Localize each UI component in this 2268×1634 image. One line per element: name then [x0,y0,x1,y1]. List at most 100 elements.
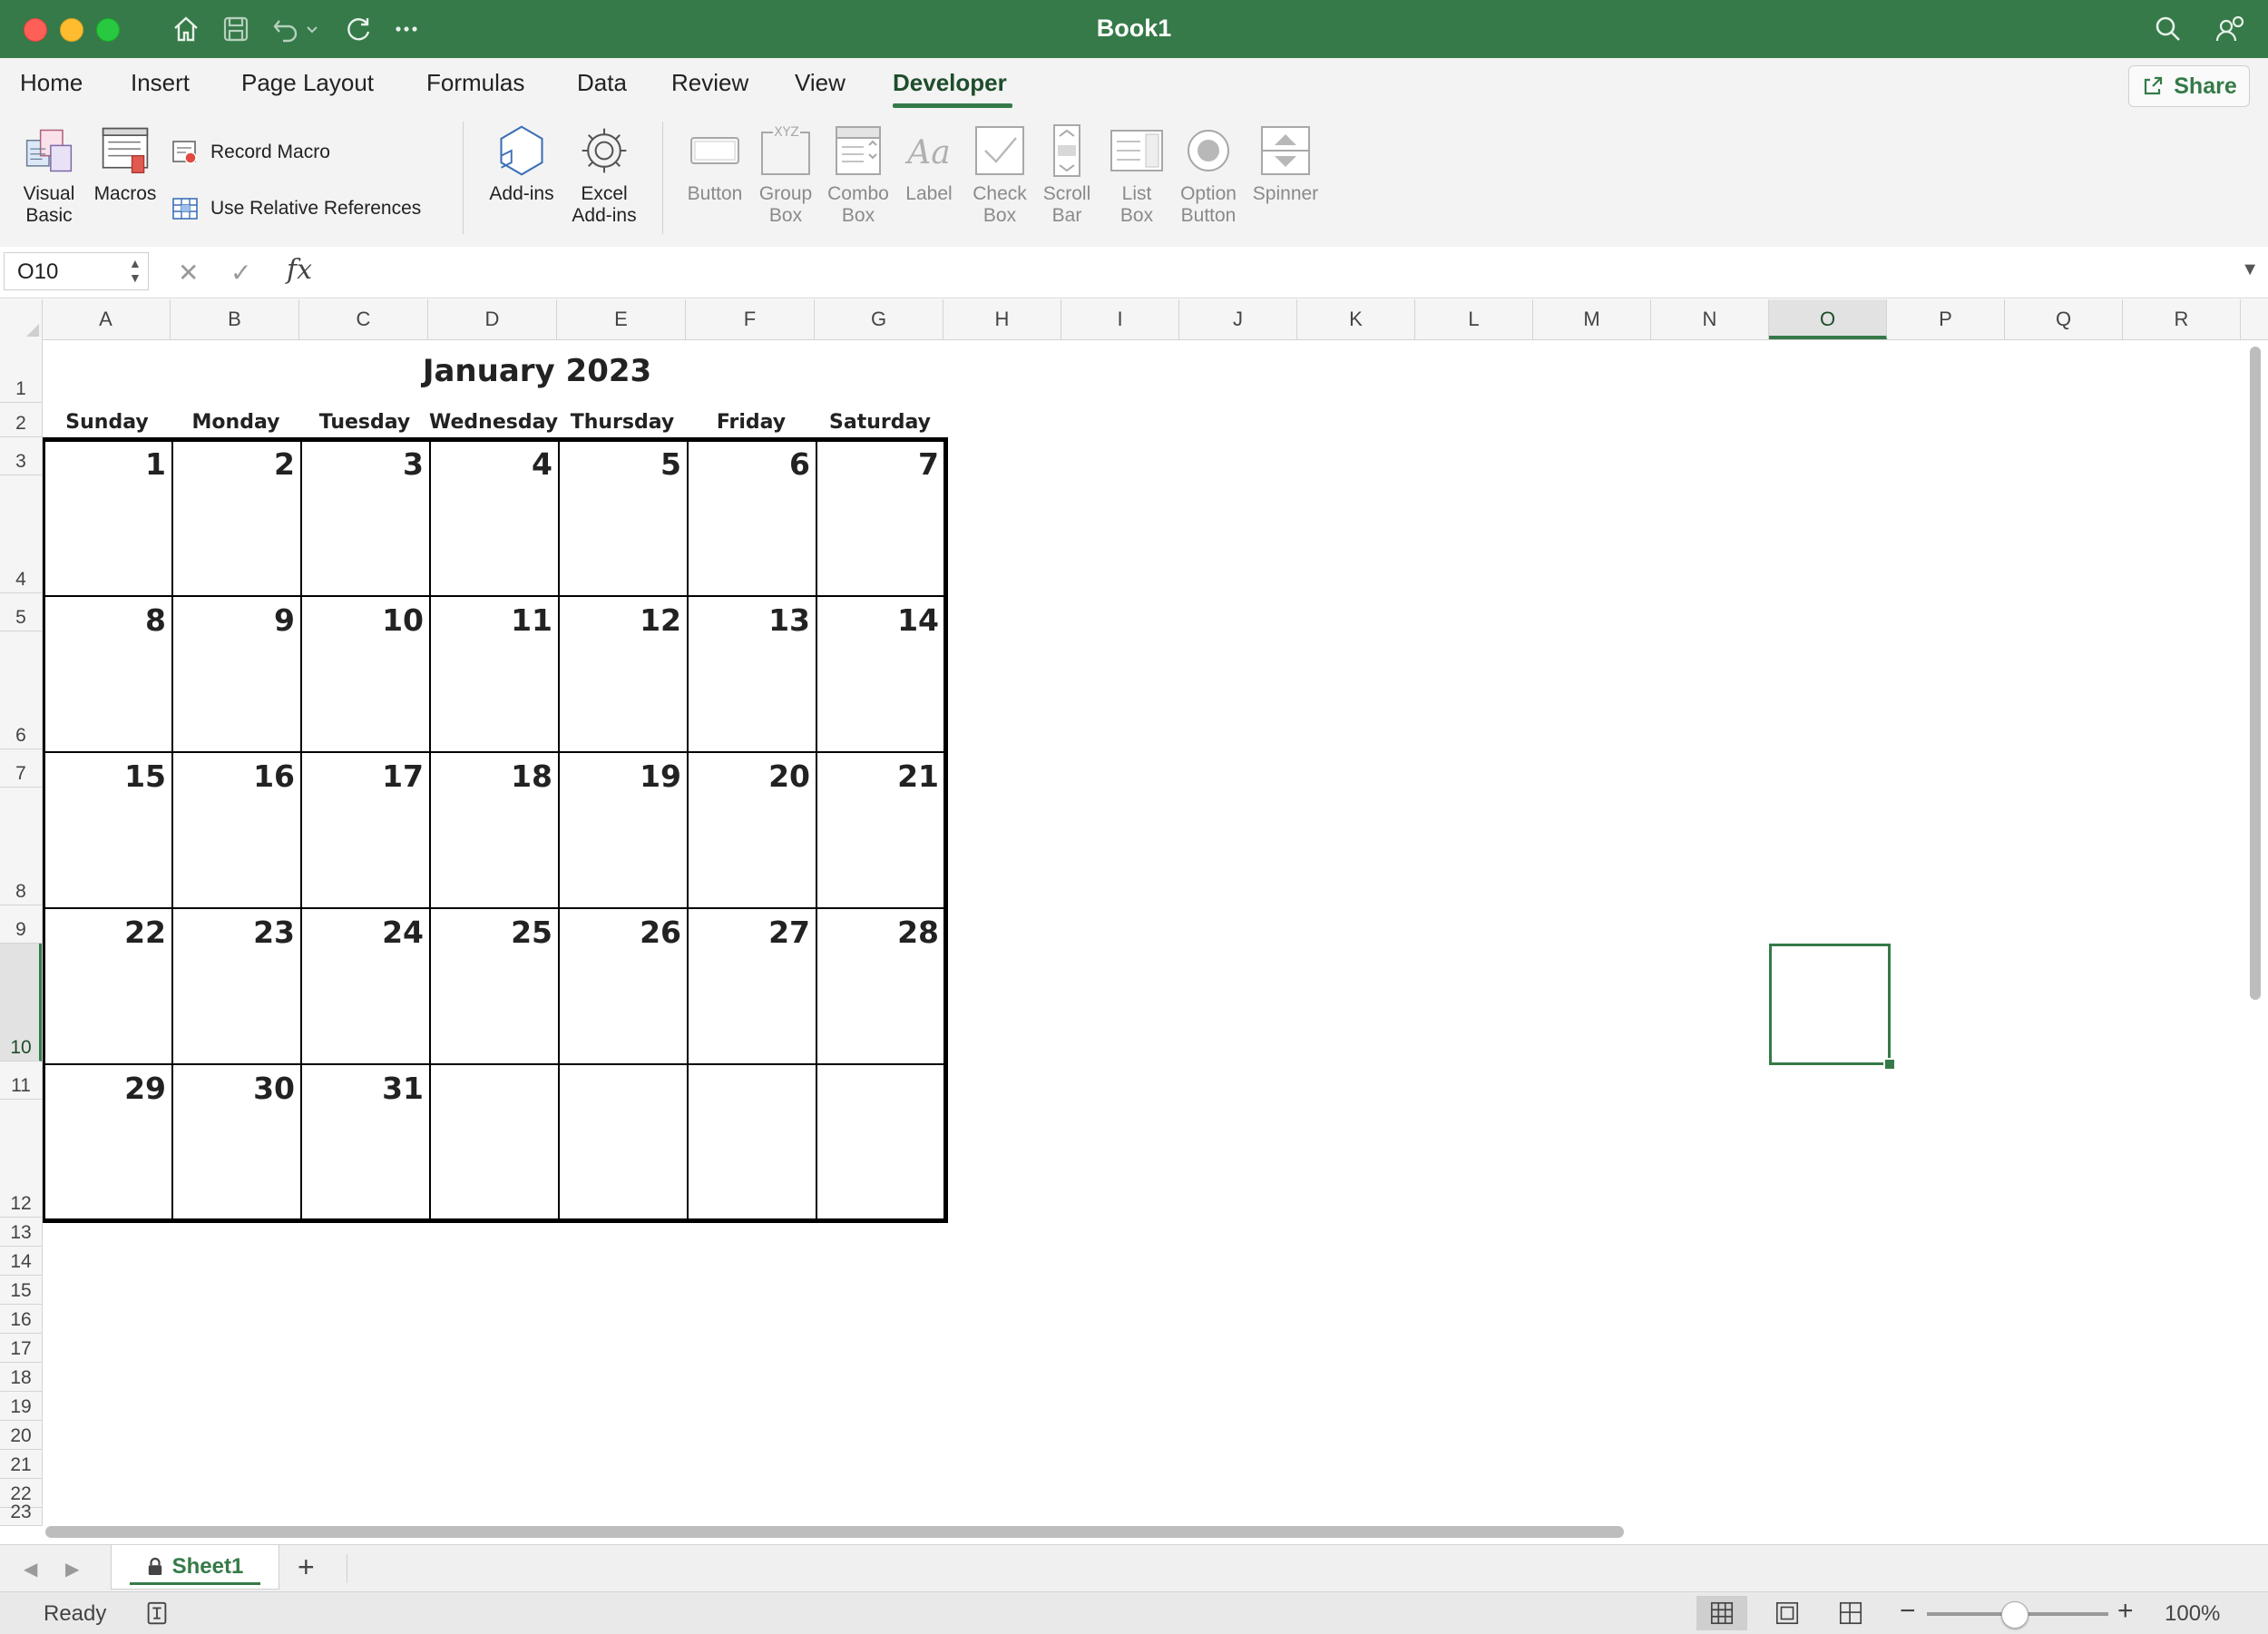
cancel-entry-icon[interactable]: ✕ [178,258,199,288]
calendar-day-cell[interactable]: 20 [687,751,817,909]
label-control[interactable]: Aa Label [896,123,962,205]
calendar-day-cell[interactable]: 22 [43,907,173,1065]
row-header[interactable]: 18 [0,1363,42,1392]
calendar-day-cell[interactable]: 4 [429,439,560,597]
next-sheet-icon[interactable]: ▶ [65,1558,79,1580]
page-break-view-button[interactable] [1825,1596,1876,1630]
calendar-day-cell[interactable]: 11 [429,595,560,753]
tab-page-layout[interactable]: Page Layout [241,69,374,97]
calendar-day-cell[interactable]: 6 [687,439,817,597]
row-header[interactable]: 3 [0,437,42,475]
calendar-day-cell[interactable]: 2 [171,439,302,597]
calendar-day-cell[interactable] [816,1063,946,1221]
calendar-day-cell[interactable]: 7 [816,439,946,597]
row-header[interactable]: 14 [0,1247,42,1276]
calendar-day-cell[interactable]: 27 [687,907,817,1065]
row-header-selected[interactable]: 10 [0,944,42,1062]
calendar-day-cell[interactable]: 10 [300,595,431,753]
tab-developer[interactable]: Developer [893,69,1007,97]
name-box-stepper-icon[interactable]: ▲ ▼ [129,256,142,285]
column-header[interactable]: B [171,299,299,339]
row-header[interactable]: 19 [0,1392,42,1421]
name-box[interactable]: O10 [4,252,149,290]
calendar-day-cell[interactable]: 28 [816,907,946,1065]
calendar-day-cell[interactable]: 8 [43,595,173,753]
column-header[interactable]: Q [2005,299,2123,339]
calendar-day-cell[interactable]: 23 [171,907,302,1065]
calendar-day-cell[interactable]: 21 [816,751,946,909]
calendar-day-cell[interactable] [687,1063,817,1221]
calendar-day-cell[interactable]: 1 [43,439,173,597]
select-all-corner[interactable] [0,299,43,339]
row-header[interactable]: 5 [0,593,42,631]
button-control[interactable]: Button [679,123,751,205]
calendar-day-cell[interactable]: 25 [429,907,560,1065]
column-header[interactable]: L [1415,299,1533,339]
column-header[interactable]: D [428,299,557,339]
tab-insert[interactable]: Insert [131,69,190,97]
add-ins-button[interactable]: Add-ins [481,123,562,205]
option-button-control[interactable]: Option Button [1170,123,1246,227]
calendar-day-cell[interactable]: 16 [171,751,302,909]
add-sheet-button[interactable]: + [298,1551,315,1584]
formula-input[interactable] [328,252,2237,292]
column-header[interactable]: K [1297,299,1415,339]
column-header-selected[interactable]: O [1769,299,1887,339]
tab-home[interactable]: Home [20,69,83,97]
calendar-day-cell[interactable]: 24 [300,907,431,1065]
column-header[interactable]: G [815,299,943,339]
record-macro-button[interactable]: Record Macro [171,138,330,167]
calendar-day-cell[interactable]: 30 [171,1063,302,1221]
group-box-control[interactable]: XYZ Group Box [751,123,820,227]
row-header[interactable]: 15 [0,1276,42,1305]
row-header[interactable]: 1 [0,339,42,403]
row-header[interactable]: 20 [0,1421,42,1450]
zoom-in-icon[interactable]: + [2117,1596,2134,1627]
normal-view-button[interactable] [1696,1596,1747,1630]
zoom-slider-thumb[interactable] [2001,1601,2028,1629]
calendar-day-cell[interactable]: 9 [171,595,302,753]
worksheet[interactable]: January 2023 Sunday Monday Tuesday Wedne… [43,340,2245,1527]
calendar-day-cell[interactable]: 31 [300,1063,431,1221]
row-header[interactable]: 23 [0,1502,42,1526]
calendar-day-cell[interactable]: 5 [558,439,689,597]
zoom-out-icon[interactable]: − [1900,1596,1916,1627]
sheet-tab-sheet1[interactable]: Sheet1 [111,1545,279,1590]
scroll-bar-control[interactable]: Scroll Bar [1034,123,1100,227]
confirm-entry-icon[interactable]: ✓ [230,258,251,288]
expand-formula-bar-icon[interactable]: ▼ [2241,259,2259,280]
column-header[interactable]: M [1533,299,1651,339]
vertical-scrollbar[interactable] [2250,347,2261,1000]
selected-cell-o10[interactable] [1769,944,1891,1065]
column-header[interactable]: C [299,299,428,339]
column-header[interactable]: P [1887,299,2005,339]
calendar-day-cell[interactable]: 14 [816,595,946,753]
row-header[interactable]: 13 [0,1218,42,1247]
column-header[interactable]: N [1651,299,1769,339]
row-header[interactable]: 2 [0,403,42,437]
row-header[interactable]: 17 [0,1334,42,1363]
horizontal-scrollbar[interactable] [45,1526,1624,1538]
insert-function-button[interactable]: fx [287,254,312,286]
calendar-day-cell[interactable]: 3 [300,439,431,597]
calendar-day-cell[interactable]: 12 [558,595,689,753]
row-header[interactable]: 6 [0,631,42,749]
list-box-control[interactable]: List Box [1105,123,1168,227]
row-header[interactable]: 16 [0,1305,42,1334]
check-box-control[interactable]: Check Box [965,123,1034,227]
row-header[interactable]: 11 [0,1062,42,1100]
excel-add-ins-button[interactable]: Excel Add-ins [566,123,642,227]
column-header[interactable]: J [1179,299,1297,339]
fill-handle[interactable] [1883,1058,1896,1071]
tab-data[interactable]: Data [577,69,627,97]
zoom-level[interactable]: 100% [2165,1601,2220,1627]
row-header[interactable]: 8 [0,788,42,905]
column-header[interactable]: I [1061,299,1179,339]
tab-review[interactable]: Review [671,69,748,97]
tab-view[interactable]: View [795,69,846,97]
column-header[interactable]: F [686,299,815,339]
row-header[interactable]: 9 [0,905,42,944]
previous-sheet-icon[interactable]: ◀ [24,1558,37,1580]
page-layout-view-button[interactable] [1762,1596,1813,1630]
use-relative-references-button[interactable]: Use Relative References [171,194,421,223]
